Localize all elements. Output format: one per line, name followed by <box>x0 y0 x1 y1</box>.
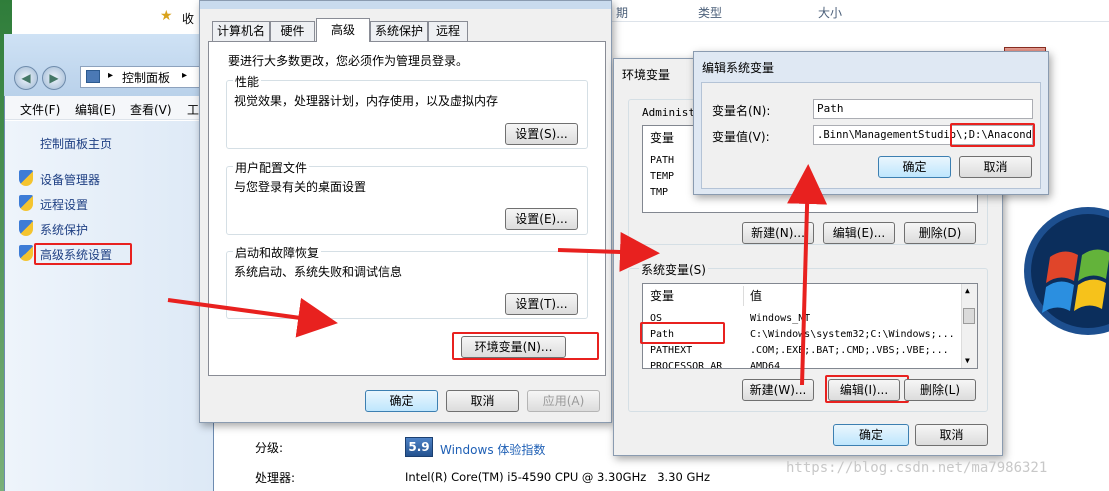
performance-title: 性能 <box>233 73 262 90</box>
column-divider <box>743 286 744 306</box>
scroll-up-icon[interactable]: ▲ <box>965 286 970 295</box>
tab-system-protection[interactable]: 系统保护 <box>370 21 428 41</box>
tab-advanced[interactable]: 高级 <box>316 18 370 42</box>
shield-icon <box>19 245 33 261</box>
rating-score-badge: 5.9 <box>405 437 433 457</box>
ok-button[interactable]: 确定 <box>365 390 438 412</box>
address-chevron-icon: ▸ <box>108 70 114 81</box>
highlight-edit-button <box>825 375 909 403</box>
list-item[interactable]: TEMP <box>650 169 674 184</box>
admin-note: 要进行大多数更改，您必须作为管理员登录。 <box>228 54 469 68</box>
highlight-env-button <box>452 332 599 360</box>
rating-score: 5.9 <box>408 440 430 454</box>
favorites-label: 收 <box>182 12 195 26</box>
user-new-button[interactable]: 新建(N)... <box>742 222 814 244</box>
highlight-advanced-settings <box>34 243 132 265</box>
menu-tools[interactable]: 工 <box>187 101 199 118</box>
control-panel-icon <box>86 70 100 83</box>
file-list-header <box>612 0 1109 22</box>
tab-remote[interactable]: 远程 <box>428 21 468 41</box>
scroll-down-icon[interactable]: ▼ <box>965 356 970 365</box>
startup-recovery-desc: 系统启动、系统失败和调试信息 <box>234 265 403 279</box>
system-delete-button[interactable]: 删除(L) <box>904 379 976 401</box>
tab-hardware[interactable]: 硬件 <box>270 21 315 41</box>
user-profile-settings-button[interactable]: 设置(E)... <box>505 208 578 230</box>
user-edit-button[interactable]: 编辑(E)... <box>823 222 895 244</box>
list-item[interactable]: PATH <box>650 153 674 168</box>
rating-label: 分级: <box>255 441 284 455</box>
address-chevron-icon: ▸ <box>182 70 188 81</box>
watermark: https://blog.csdn.net/ma7986321 <box>786 460 1048 476</box>
sys-col-variable[interactable]: 变量 <box>650 287 674 305</box>
address-path[interactable]: 控制面板 <box>122 69 170 86</box>
user-profile-title: 用户配置文件 <box>233 159 310 176</box>
edit-system-variable-dialog: 编辑系统变量 变量名(N): Path 变量值(V): .Binn\Manage… <box>693 51 1049 195</box>
performance-desc: 视觉效果，处理器计划，内存使用，以及虚拟内存 <box>234 94 499 108</box>
user-col-variable[interactable]: 变量 <box>650 129 674 147</box>
table-row-value[interactable]: C:\Windows\system32;C:\Windows;... <box>750 327 955 342</box>
system-properties-dialog: 计算机名 硬件 高级 系统保护 远程 要进行大多数更改，您必须作为管理员登录。 … <box>199 0 612 423</box>
cp-home-link[interactable]: 控制面板主页 <box>40 135 112 152</box>
col-type[interactable]: 类型 <box>698 4 722 21</box>
startup-recovery-settings-button[interactable]: 设置(T)... <box>505 293 578 315</box>
back-button[interactable]: ◀ <box>14 66 38 90</box>
user-profile-desc: 与您登录有关的桌面设置 <box>234 180 367 194</box>
apply-button[interactable]: 应用(A) <box>527 390 600 412</box>
sys-col-value[interactable]: 值 <box>750 287 762 305</box>
shield-icon <box>19 170 33 186</box>
highlight-path-row <box>640 322 725 344</box>
table-row-value[interactable]: AMD64 <box>750 359 780 368</box>
startup-recovery-title: 启动和故障恢复 <box>233 244 322 261</box>
variable-name-label: 变量名(N): <box>712 104 771 118</box>
system-vars-label: 系统变量(S) <box>639 261 708 278</box>
env-ok-button[interactable]: 确定 <box>833 424 909 446</box>
variable-value-label: 变量值(V): <box>712 130 770 144</box>
col-size[interactable]: 大小 <box>818 4 842 21</box>
menu-file[interactable]: 文件(F) <box>20 101 60 118</box>
tab-computer-name[interactable]: 计算机名 <box>212 21 270 41</box>
edit-ok-button[interactable]: 确定 <box>878 156 951 178</box>
performance-settings-button[interactable]: 设置(S)... <box>505 123 578 145</box>
system-new-button[interactable]: 新建(W)... <box>742 379 814 401</box>
col-date[interactable]: 期 <box>616 4 628 21</box>
cancel-button[interactable]: 取消 <box>446 390 519 412</box>
cp-sidebar <box>5 121 213 491</box>
star-icon: ★ <box>160 8 173 24</box>
table-row-name[interactable]: PROCESSOR_AR <box>650 359 722 368</box>
shield-icon <box>19 195 33 211</box>
user-delete-button[interactable]: 删除(D) <box>904 222 976 244</box>
dialog-top-edge <box>200 1 611 9</box>
env-title: 环境变量 <box>622 68 671 82</box>
menu-edit[interactable]: 编辑(E) <box>75 101 116 118</box>
highlight-anaconda-path <box>950 123 1035 147</box>
experience-index-link[interactable]: Windows 体验指数 <box>440 441 545 458</box>
table-row-value[interactable]: .COM;.EXE;.BAT;.CMD;.VBS;.VBE;... <box>750 343 949 358</box>
windows-logo-icon <box>1024 207 1109 335</box>
shield-icon <box>19 220 33 236</box>
table-row-value[interactable]: Windows_NT <box>750 311 810 326</box>
edit-cancel-button[interactable]: 取消 <box>959 156 1032 178</box>
link-remote-settings[interactable]: 远程设置 <box>40 196 88 213</box>
table-row-name[interactable]: PATHEXT <box>650 343 692 358</box>
edit-title: 编辑系统变量 <box>702 61 775 75</box>
menu-view[interactable]: 查看(V) <box>130 101 172 118</box>
variable-name-input[interactable]: Path <box>813 99 1033 119</box>
link-device-manager[interactable]: 设备管理器 <box>40 171 100 188</box>
link-system-protection[interactable]: 系统保护 <box>40 221 88 238</box>
env-cancel-button[interactable]: 取消 <box>915 424 988 446</box>
list-item[interactable]: TMP <box>650 185 668 200</box>
cpu-value: Intel(R) Core(TM) i5-4590 CPU @ 3.30GHz … <box>405 470 711 484</box>
cpu-label: 处理器: <box>255 471 296 485</box>
scroll-thumb[interactable] <box>963 308 975 324</box>
forward-button[interactable]: ▶ <box>42 66 66 90</box>
